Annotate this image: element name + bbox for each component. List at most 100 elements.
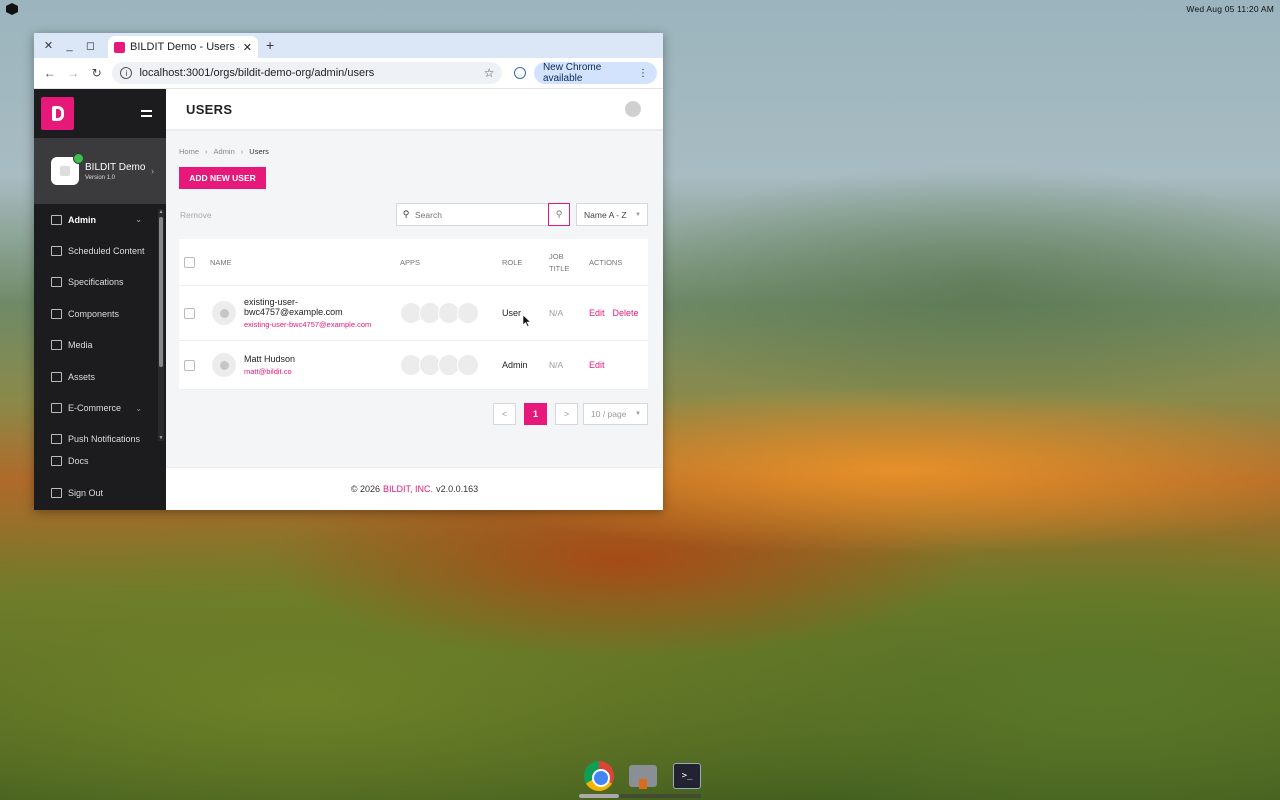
bildit-favicon-icon: [114, 41, 125, 53]
sidebar-item-specifications[interactable]: Specifications: [34, 267, 158, 298]
sidebar-item-admin[interactable]: Admin ⌄: [34, 204, 158, 235]
select-all-checkbox[interactable]: [184, 257, 195, 268]
close-window-icon[interactable]: ✕: [38, 36, 59, 56]
org-version: Version 1.0: [85, 174, 116, 181]
row-checkbox[interactable]: [184, 359, 195, 371]
dock-chrome[interactable]: [582, 759, 616, 793]
chevron-down-icon: ⌄: [135, 403, 142, 413]
chevron-down-icon: ▼: [635, 411, 641, 417]
dock-indicator: [579, 794, 701, 798]
sidebar-menu: Admin ⌄ Scheduled Content Specifications…: [34, 204, 158, 455]
chrome-update-button[interactable]: New Chrome available ⋮: [533, 62, 657, 84]
system-clock: Wed Aug 05 11:20 AM: [1186, 4, 1274, 14]
search-button[interactable]: ⚲: [548, 203, 570, 226]
sidebar-item-label: Admin: [68, 214, 96, 225]
new-tab-icon[interactable]: +: [266, 37, 274, 53]
prev-page-button[interactable]: <: [493, 403, 516, 425]
table-row: Matt Hudson matt@bildit.co Admin N/A Edi…: [179, 341, 648, 390]
search-box: ⚲ ⚲: [396, 203, 570, 226]
sort-select[interactable]: Name A - Z ▼: [576, 203, 648, 226]
header-job-title: JOB TITLE: [549, 251, 570, 273]
breadcrumb-separator-icon: ›: [240, 147, 244, 156]
scrollbar-thumb[interactable]: [159, 217, 163, 367]
add-new-user-button[interactable]: ADD NEW USER: [179, 167, 266, 189]
next-page-button[interactable]: >: [555, 403, 578, 425]
user-avatar-icon[interactable]: [625, 101, 641, 117]
user-job-title: N/A: [549, 308, 564, 318]
sign-out-icon: [51, 488, 62, 498]
tab-strip: ✕ _ ◻ BILDIT Demo - Users - ✕ +: [34, 33, 663, 58]
sidebar-item-label: Components: [68, 308, 120, 319]
sidebar-item-components[interactable]: Components: [34, 298, 158, 329]
copyright-text: © 2026: [350, 484, 381, 494]
browser-window: ✕ _ ◻ BILDIT Demo - Users - ✕ + ← → ↻ i …: [34, 33, 663, 510]
page-size-value: 10 / page: [591, 409, 627, 419]
header-actions: ACTIONS: [589, 257, 623, 267]
image-icon: [51, 340, 62, 351]
sidebar-scrollbar[interactable]: ▲ ▼: [158, 209, 164, 441]
org-switcher[interactable]: BILDIT Demo Version 1.0 ›: [34, 138, 166, 204]
user-role: User: [502, 308, 522, 318]
user-role: Admin: [502, 360, 528, 370]
sidebar-item-sign-out[interactable]: Sign Out: [34, 477, 166, 509]
update-label: New Chrome available: [542, 62, 602, 84]
breadcrumb-home[interactable]: Home: [179, 147, 199, 156]
user-email[interactable]: matt@bildit.co: [244, 367, 292, 376]
header-apps: APPS: [400, 257, 421, 267]
page-header: USERS: [166, 89, 663, 131]
site-info-icon[interactable]: i: [120, 67, 133, 79]
sidebar-item-label: Sign Out: [68, 488, 104, 498]
chevron-right-icon: ›: [151, 166, 154, 176]
header-name[interactable]: NAME: [210, 239, 232, 286]
breadcrumb-admin[interactable]: Admin: [214, 147, 235, 156]
edit-user-button[interactable]: Edit: [589, 308, 605, 318]
system-logo-icon[interactable]: [6, 3, 18, 15]
sidebar-item-media[interactable]: Media: [34, 330, 158, 361]
page-title: USERS: [186, 101, 233, 117]
admin-users-icon: [51, 214, 62, 225]
url-text: localhost:3001/orgs/bildit-demo-org/admi…: [139, 67, 375, 79]
app-icons: [400, 354, 479, 376]
sidebar-item-docs[interactable]: Docs: [34, 445, 166, 477]
company-link[interactable]: BILDIT, INC.: [383, 484, 433, 494]
profile-icon[interactable]: [510, 62, 529, 84]
address-bar[interactable]: i localhost:3001/orgs/bildit-demo-org/ad…: [112, 62, 503, 84]
sidebar-item-label: Push Notifications: [68, 434, 141, 445]
bookmark-star-icon[interactable]: ☆: [484, 66, 495, 80]
page-footer: © 2026 BILDIT, INC. v2.0.0.163: [166, 467, 663, 510]
calendar-icon: [51, 246, 62, 257]
edit-user-button[interactable]: Edit: [589, 360, 605, 370]
forward-icon[interactable]: →: [63, 62, 82, 84]
dock-terminal[interactable]: >_: [670, 759, 704, 793]
reload-icon[interactable]: ↻: [87, 62, 106, 84]
scroll-up-icon[interactable]: ▲: [158, 209, 164, 215]
breadcrumb: Home › Admin › Users: [179, 147, 269, 156]
search-icon: ⚲: [402, 209, 410, 219]
chevron-down-icon: ⌄: [135, 215, 142, 225]
back-icon[interactable]: ←: [40, 62, 59, 84]
collapse-menu-icon[interactable]: [141, 110, 152, 117]
user-email[interactable]: existing-user-bwc4757@example.com: [244, 320, 371, 329]
delete-user-button[interactable]: Delete: [613, 308, 639, 318]
close-tab-icon[interactable]: ✕: [243, 41, 252, 54]
row-checkbox[interactable]: [184, 307, 195, 319]
page-size-select[interactable]: 10 / page ▼: [583, 403, 648, 425]
bildit-logo-icon[interactable]: [41, 97, 74, 130]
sidebar-item-scheduled-content[interactable]: Scheduled Content: [34, 235, 158, 266]
app-icons: [400, 302, 479, 324]
maximize-window-icon[interactable]: ◻: [80, 36, 101, 56]
minimize-window-icon[interactable]: _: [59, 36, 80, 56]
page-1-button[interactable]: 1: [524, 403, 547, 425]
sidebar-item-label: Scheduled Content: [68, 246, 145, 257]
sidebar-header: [34, 89, 166, 138]
select-all-checkbox-cell: [184, 239, 195, 286]
sidebar-item-label: Media: [68, 340, 93, 351]
search-input[interactable]: [415, 204, 548, 225]
breadcrumb-users: Users: [249, 147, 269, 156]
sidebar-item-assets[interactable]: Assets: [34, 361, 158, 392]
sidebar-item-e-commerce[interactable]: E-Commerce ⌄: [34, 392, 158, 423]
remove-button[interactable]: Remove: [180, 210, 212, 220]
dock-files[interactable]: [626, 759, 660, 793]
browser-tab[interactable]: BILDIT Demo - Users - ✕: [108, 36, 258, 58]
scroll-down-icon[interactable]: ▼: [158, 435, 164, 441]
